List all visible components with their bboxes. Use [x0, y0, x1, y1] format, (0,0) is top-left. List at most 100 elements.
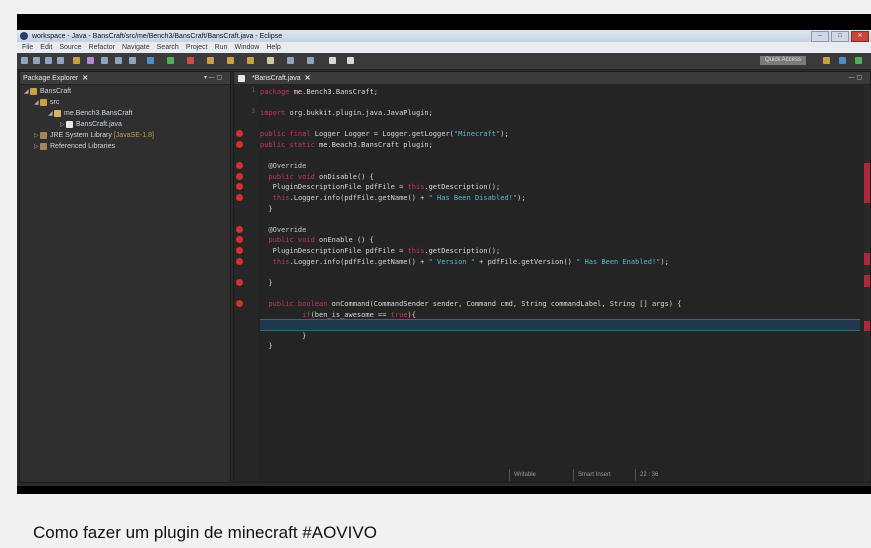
perspective-icon[interactable] — [823, 57, 830, 64]
open-task-icon[interactable] — [227, 57, 234, 64]
overview-ruler[interactable] — [864, 85, 870, 482]
package-explorer-tab[interactable]: Package Explorer ✕ ▾ — ▢ — [20, 72, 230, 85]
error-icon[interactable] — [236, 300, 243, 307]
code-line[interactable]: } — [260, 341, 272, 351]
code-line[interactable]: public void onDisable() { — [260, 172, 373, 182]
java-perspective-icon[interactable] — [839, 57, 846, 64]
error-marker-ruler[interactable] — [864, 321, 870, 331]
code-line[interactable]: public void onEnable () { — [260, 235, 373, 245]
code-area[interactable]: package me.Bench3.BansCraft; import org.b… — [260, 85, 860, 482]
view-menu-icon[interactable]: ▾ — ▢ — [204, 74, 222, 81]
video-player[interactable]: workspace - Java - BansCraft/src/me/Benc… — [17, 14, 871, 494]
editor-tab[interactable]: *BansCraft.java ✕ — ▢ — [234, 72, 870, 85]
tree-item-src[interactable]: ◢ src — [34, 97, 59, 107]
code-line[interactable]: } — [260, 331, 306, 341]
error-marker-ruler[interactable] — [864, 275, 870, 287]
save-all-icon[interactable] — [45, 57, 52, 64]
close-button[interactable]: ✕ — [851, 31, 869, 42]
error-icon[interactable] — [236, 278, 243, 286]
maximize-editor-icon[interactable]: — ▢ — [849, 74, 862, 81]
code-keyword: public void — [260, 172, 320, 181]
error-icon[interactable] — [236, 141, 243, 148]
code-line[interactable]: @Override — [260, 161, 306, 171]
open-type-icon[interactable] — [207, 57, 214, 64]
close-icon[interactable]: ✕ — [305, 74, 311, 82]
tree-item-referenced-libraries[interactable]: ▷ Referenced Libraries — [34, 141, 115, 151]
code-line[interactable]: public boolean onCommand(CommandSender s… — [260, 299, 681, 309]
class-icon[interactable] — [101, 57, 108, 64]
close-icon[interactable]: ✕ — [82, 74, 88, 82]
error-icon[interactable] — [236, 257, 243, 265]
tree-item-package[interactable]: ◢ me.Bench3.BansCraft — [48, 108, 132, 118]
error-icon[interactable] — [236, 172, 243, 180]
new-icon[interactable] — [21, 57, 28, 64]
error-marker-ruler[interactable] — [864, 253, 870, 265]
folder-icon — [40, 98, 47, 106]
code-editor[interactable]: *BansCraft.java ✕ — ▢ 13 package me.Benc… — [233, 71, 871, 483]
save-icon[interactable] — [33, 57, 40, 64]
code-line[interactable]: PluginDescriptionFile pdfFile = this.get… — [260, 182, 501, 192]
debug-icon[interactable] — [147, 57, 154, 64]
status-insert-mode: Smart Insert — [573, 469, 634, 481]
menu-window[interactable]: Window — [234, 44, 259, 51]
tree-item-file[interactable]: ▷ BansCraft.java — [60, 119, 122, 129]
forward-icon[interactable] — [347, 57, 354, 64]
annotation-icon[interactable] — [267, 57, 274, 64]
menu-project[interactable]: Project — [186, 44, 208, 51]
menu-help[interactable]: Help — [266, 44, 280, 51]
menu-edit[interactable]: Edit — [40, 44, 52, 51]
code-text: ); — [517, 194, 526, 202]
error-icon[interactable] — [236, 236, 243, 244]
code-line[interactable]: @Override — [260, 225, 306, 235]
error-icon[interactable] — [236, 183, 243, 191]
package-explorer-title: Package Explorer — [23, 74, 79, 82]
external-tools-icon[interactable] — [187, 57, 194, 64]
menu-search[interactable]: Search — [157, 44, 179, 51]
code-line[interactable]: if(ben_is_awesome == true){ — [260, 310, 416, 320]
menu-refactor[interactable]: Refactor — [89, 44, 115, 51]
code-line[interactable]: import org.bukkit.plugin.java.JavaPlugin… — [260, 108, 433, 118]
code-line[interactable]: } — [260, 278, 272, 288]
wizard-icon[interactable] — [73, 57, 80, 64]
code-string: " Has Been Enabled!" — [576, 257, 661, 266]
menu-file[interactable]: File — [22, 44, 33, 51]
prev-annotation-icon[interactable] — [307, 57, 314, 64]
error-icon[interactable] — [236, 194, 243, 201]
error-icon[interactable] — [236, 162, 243, 170]
minimize-button[interactable]: – — [811, 31, 829, 42]
code-text: ){ — [407, 310, 416, 319]
code-line[interactable]: public static me.Beach3.BansCraft plugin… — [260, 140, 433, 150]
error-icon[interactable] — [236, 225, 243, 233]
library-icon — [40, 142, 47, 150]
package-icon[interactable] — [87, 57, 94, 64]
quick-access-field[interactable]: Quick Access — [760, 56, 806, 65]
tree-item-project[interactable]: ◢ BansCraft — [24, 86, 71, 96]
code-line[interactable]: PluginDescriptionFile pdfFile = this.get… — [260, 246, 501, 256]
interface-icon[interactable] — [115, 57, 122, 64]
code-line[interactable]: this.Logger.info(pdfFile.getName() + " H… — [260, 193, 526, 203]
menu-navigate[interactable]: Navigate — [122, 44, 150, 51]
back-icon[interactable] — [329, 57, 336, 64]
tree-item-jre[interactable]: ▷ JRE System Library [JavaSE-1.8] — [34, 130, 154, 140]
code-line[interactable]: this.Logger.info(pdfFile.getName() + " V… — [260, 257, 669, 267]
project-icon — [30, 87, 37, 95]
maximize-button[interactable]: □ — [831, 31, 849, 42]
error-marker-ruler[interactable] — [864, 163, 870, 203]
code-line[interactable]: package me.Bench3.BansCraft; — [260, 87, 378, 97]
error-icon[interactable] — [236, 247, 243, 254]
code-keyword: this — [407, 183, 425, 192]
code-line[interactable]: } — [260, 204, 272, 214]
debug-perspective-icon[interactable] — [855, 57, 862, 64]
menu-source[interactable]: Source — [59, 44, 81, 51]
code-keyword: true — [390, 310, 408, 319]
enum-icon[interactable] — [129, 57, 136, 64]
code-line[interactable]: public final Logger Logger = Logger.getL… — [260, 129, 509, 139]
search-icon[interactable] — [247, 57, 254, 64]
menu-run[interactable]: Run — [215, 44, 228, 51]
next-annotation-icon[interactable] — [287, 57, 294, 64]
run-icon[interactable] — [167, 57, 174, 64]
error-icon[interactable] — [236, 130, 243, 138]
print-icon[interactable] — [57, 57, 64, 64]
code-text: PluginDescriptionFile pdfFile = — [260, 183, 408, 192]
